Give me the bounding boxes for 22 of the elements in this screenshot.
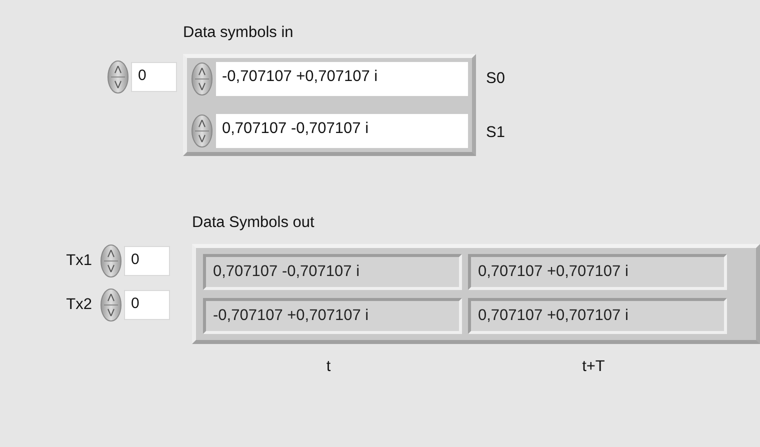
array-label: Data symbols in <box>183 23 294 43</box>
increment-decrement-button[interactable] <box>191 62 213 96</box>
element-label: S0 <box>486 69 505 89</box>
value-display: 0,707107 +0,707107 i <box>468 298 727 334</box>
element-label: S1 <box>486 123 505 143</box>
value-field[interactable]: 0,707107 -0,707107 i <box>216 114 468 148</box>
column-label: t <box>325 358 332 376</box>
array-label: Data Symbols out <box>192 213 316 233</box>
index-field[interactable]: 0 <box>131 62 177 92</box>
increment-decrement-button[interactable] <box>100 244 122 278</box>
row-label: Tx2 <box>65 296 92 314</box>
increment-decrement-button[interactable] <box>107 60 129 94</box>
index-field[interactable]: 0 <box>124 246 170 276</box>
value-display: 0,707107 +0,707107 i <box>468 254 727 290</box>
increment-decrement-button[interactable] <box>100 288 122 322</box>
value-display: 0,707107 -0,707107 i <box>203 254 462 290</box>
increment-decrement-button[interactable] <box>191 114 213 148</box>
value-field[interactable]: -0,707107 +0,707107 i <box>216 62 468 96</box>
value-display: -0,707107 +0,707107 i <box>203 298 462 334</box>
index-field[interactable]: 0 <box>124 290 170 320</box>
row-label: Tx1 <box>65 252 92 270</box>
column-label: t+T <box>581 358 606 376</box>
